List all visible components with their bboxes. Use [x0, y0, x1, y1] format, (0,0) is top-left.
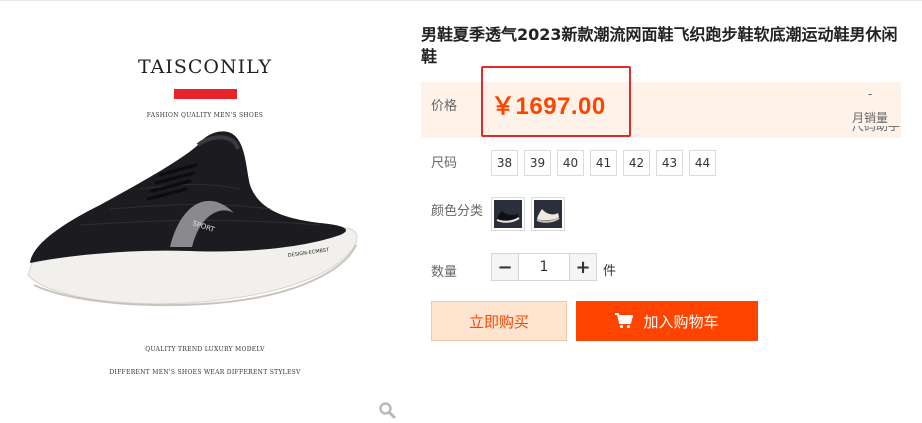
- size-option-43[interactable]: 43: [656, 150, 683, 176]
- buy-now-label: 立即购买: [468, 312, 529, 331]
- monthly-sales-count: -: [868, 87, 873, 101]
- tagline-top: FASHION QUALITY MEN'S SHOES: [146, 112, 264, 119]
- add-to-cart-button[interactable]: 加入购物车: [576, 301, 758, 341]
- white-shoe-thumbnail: [534, 200, 562, 228]
- quantity-increase-button[interactable]: +: [569, 253, 597, 281]
- size-assistant-link[interactable]: 尺码助手: [852, 126, 900, 139]
- brand-accent-bar: [174, 89, 237, 99]
- quantity-input[interactable]: [519, 253, 569, 281]
- product-image[interactable]: TAISCONILY FASHION QUALITY MEN'S SHOES S…: [0, 0, 410, 423]
- size-option-39[interactable]: 39: [524, 150, 551, 176]
- size-option-44[interactable]: 44: [689, 150, 716, 176]
- size-option-40[interactable]: 40: [557, 150, 584, 176]
- shoe-illustration: SPORT DESIGN-ECMBST: [27, 131, 358, 307]
- color-label: 颜色分类: [431, 204, 484, 219]
- color-option-black[interactable]: [491, 197, 525, 231]
- size-options: 38 39 40 41 42 43 44: [491, 150, 722, 176]
- price-highlight-box: [481, 66, 631, 137]
- product-title: 男鞋夏季透气2023新款潮流网面鞋飞织跑步鞋软底潮运动鞋男休闲鞋: [421, 25, 898, 66]
- add-to-cart-label: 加入购物车: [643, 312, 719, 331]
- brand-name: TAISCONILY: [137, 56, 273, 78]
- size-option-42[interactable]: 42: [623, 150, 650, 176]
- color-option-white[interactable]: [531, 197, 565, 231]
- size-option-41[interactable]: 41: [590, 150, 617, 176]
- size-label: 尺码: [431, 156, 458, 171]
- quantity-unit: 件: [603, 264, 617, 279]
- cart-icon: [615, 313, 634, 329]
- black-shoe-thumbnail: [494, 200, 522, 228]
- monthly-sales-label: 月销量: [852, 111, 889, 125]
- tagline-bottom-1: QUALITY TREND LUXURY MODELV: [145, 346, 265, 353]
- magnifier-icon[interactable]: [378, 401, 396, 419]
- size-assistant-label: 尺码助手: [852, 126, 901, 133]
- quantity-stepper: − +: [491, 253, 597, 281]
- color-options: [491, 197, 571, 231]
- quantity-decrease-button[interactable]: −: [491, 253, 519, 281]
- tagline-bottom-2: DIFFERENT MEN'S SHOES WEAR DIFFERENT STY…: [109, 369, 301, 376]
- buy-now-button[interactable]: 立即购买: [431, 301, 567, 341]
- size-option-38[interactable]: 38: [491, 150, 518, 176]
- quantity-label: 数量: [431, 265, 458, 280]
- price-label: 价格: [431, 99, 458, 114]
